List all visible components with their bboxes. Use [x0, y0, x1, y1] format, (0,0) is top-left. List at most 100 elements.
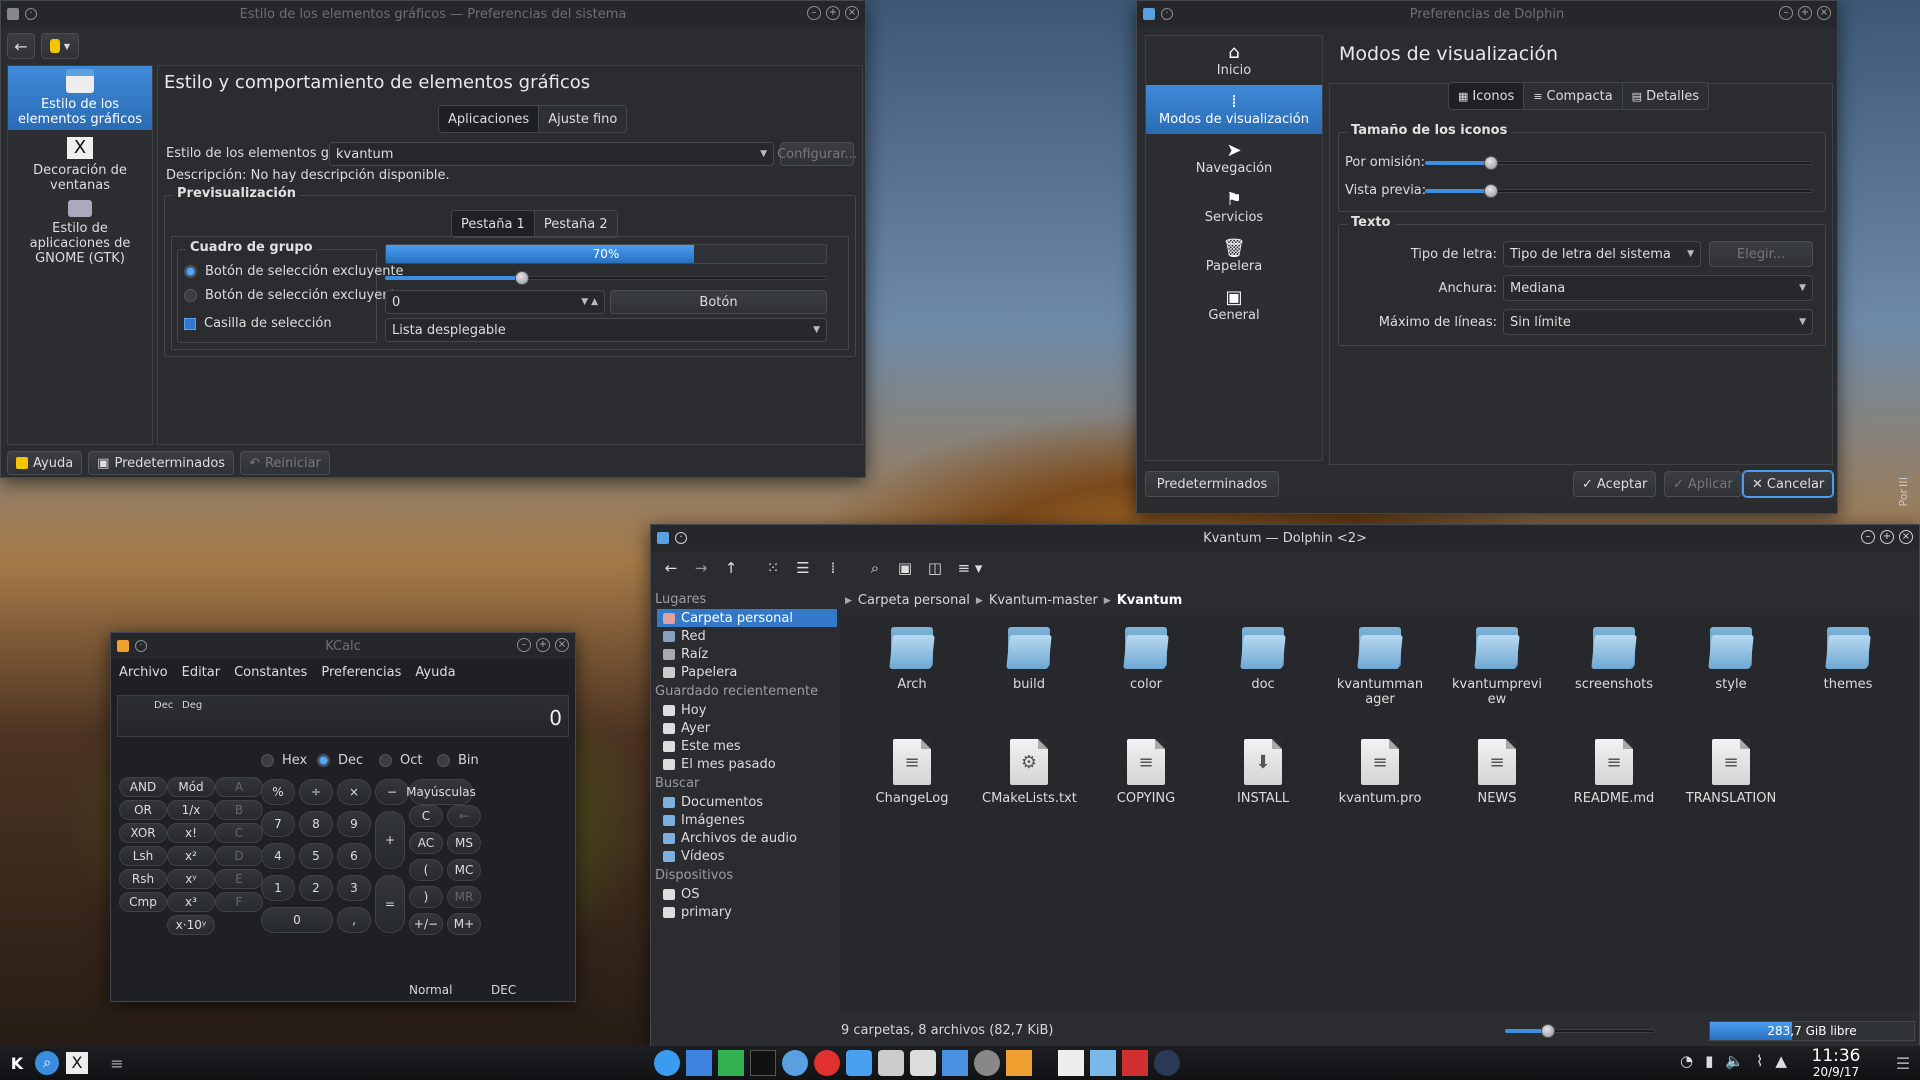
nav-item-3[interactable]: ➤ Navegación — [1146, 134, 1322, 183]
calc-key-digit-3[interactable]: 3 — [337, 875, 371, 901]
maximize-button[interactable]: + — [536, 638, 550, 652]
reset-button[interactable]: ↶ Reiniciar — [240, 451, 330, 475]
breadcrumb-item[interactable]: Kvantum-master — [989, 593, 1098, 608]
calc-key-op-3[interactable]: × — [337, 779, 371, 805]
opera-icon[interactable] — [814, 1050, 840, 1076]
file-share-icon[interactable] — [910, 1050, 936, 1076]
notes-icon[interactable] — [942, 1050, 968, 1076]
calc-key-mem2-4[interactable]: MR — [447, 886, 481, 908]
folder-item[interactable]: themes — [1801, 625, 1895, 692]
nav-item-4[interactable]: ⚑ Servicios — [1146, 183, 1322, 232]
web-browser-icon[interactable] — [654, 1050, 680, 1076]
file-item[interactable]: ⬇ INSTALL — [1216, 739, 1310, 806]
tray-expand-icon[interactable]: ▲ — [1775, 1052, 1787, 1070]
sidebar-item-gtk-style[interactable]: Estilo de aplicaciones de GNOME (GTK) — [8, 200, 152, 266]
preview-slider-handle[interactable] — [515, 271, 529, 285]
accept-button[interactable]: ✓ Aceptar — [1573, 471, 1657, 497]
calc-key-func-1[interactable]: Mód — [167, 777, 215, 797]
trash-task-icon[interactable] — [1122, 1050, 1148, 1076]
menu-icon[interactable]: ≡ ▾ — [951, 555, 989, 581]
radio-button-2[interactable]: Botón de selección excluyente — [184, 288, 404, 303]
zoom-slider-handle[interactable] — [1541, 1024, 1555, 1038]
place-item[interactable]: Carpeta personal — [657, 609, 837, 627]
close-button[interactable]: × — [1899, 530, 1913, 544]
tab-applications[interactable]: Aplicaciones — [439, 106, 540, 132]
calc-key-rsh[interactable]: Rsh — [119, 869, 167, 889]
calc-key-digit-9[interactable]: 9 — [337, 811, 371, 837]
calc-key-op-4[interactable]: − — [375, 779, 409, 805]
maximize-button[interactable]: + — [826, 6, 840, 20]
width-combo[interactable]: Mediana ▼ — [1503, 275, 1813, 301]
file-item[interactable]: ≡ ChangeLog — [865, 739, 959, 806]
calc-key-digit-6[interactable]: 6 — [337, 843, 371, 869]
calc-key-func-3[interactable]: x! — [167, 823, 215, 843]
kvantum-icon[interactable] — [878, 1050, 904, 1076]
folder-item[interactable]: kvantummanager — [1333, 625, 1427, 707]
search-item[interactable]: Archivos de audio — [657, 829, 837, 847]
nav-item-6[interactable]: ▣ General — [1146, 281, 1322, 330]
spin-box[interactable]: 0 ▼ ▲ — [385, 290, 605, 314]
defaults-button[interactable]: Predeterminados — [1145, 471, 1279, 497]
calc-key-digit-1[interactable]: 1 — [261, 875, 295, 901]
choose-font-button[interactable]: Elegir... — [1709, 241, 1813, 267]
recent-item[interactable]: Hoy — [657, 701, 837, 719]
calc-key-hex-f[interactable]: F — [215, 892, 263, 912]
search-item[interactable]: Vídeos — [657, 847, 837, 865]
nav-item-1[interactable]: ⌂ Inicio — [1146, 36, 1322, 85]
defaults-button[interactable]: ▣ Predeterminados — [88, 451, 235, 475]
folder-item[interactable]: style — [1684, 625, 1778, 692]
calc-key-mem-4[interactable]: ) — [409, 886, 443, 908]
x-app-icon[interactable]: X — [62, 1050, 92, 1076]
cancel-button[interactable]: ✕ Cancelar — [1743, 471, 1834, 497]
up-icon[interactable]: ↑ — [717, 555, 745, 581]
calc-key-hex-a[interactable]: A — [215, 777, 263, 797]
file-item[interactable]: ≡ README.md — [1567, 739, 1661, 806]
maximize-button[interactable]: + — [1798, 6, 1812, 20]
calc-key-op-2[interactable]: ÷ — [299, 779, 333, 805]
calc-key-and[interactable]: AND — [119, 777, 167, 797]
folder-item[interactable]: doc — [1216, 625, 1310, 692]
folder-item[interactable]: screenshots — [1567, 625, 1661, 692]
file-item[interactable]: ≡ COPYING — [1099, 739, 1193, 806]
menu-settings[interactable]: Preferencias — [321, 665, 401, 680]
icons-view-icon[interactable]: ⁙ — [759, 555, 787, 581]
calc-key-plus[interactable]: + — [375, 811, 405, 869]
tab-icons[interactable]: ▦ Iconos — [1449, 83, 1525, 109]
calc-key-mem-5[interactable]: +/− — [409, 913, 443, 935]
place-item[interactable]: Papelera — [657, 663, 837, 681]
menu-icon[interactable]: ☰ — [1886, 476, 1920, 489]
recent-item[interactable]: El mes pasado — [657, 755, 837, 773]
calc-key-mem2-1[interactable]: ← — [447, 805, 481, 827]
minimize-button[interactable]: – — [1861, 530, 1875, 544]
place-item[interactable]: Raíz — [657, 645, 837, 663]
nav-item-2[interactable]: ⁞ Modos de visualización — [1146, 85, 1322, 134]
network-icon[interactable] — [782, 1050, 808, 1076]
calc-key-hex-d[interactable]: D — [215, 846, 263, 866]
calc-key-mem-3[interactable]: ( — [409, 859, 443, 881]
search-item[interactable]: Documentos — [657, 793, 837, 811]
folder-item[interactable]: color — [1099, 625, 1193, 692]
close-button[interactable]: × — [845, 6, 859, 20]
preview-button[interactable]: Botón — [610, 290, 827, 314]
default-size-handle[interactable] — [1484, 156, 1498, 170]
place-item[interactable]: Red — [657, 627, 837, 645]
task-manager-icon[interactable]: ≡ — [102, 1050, 132, 1076]
calc-key-digit-8[interactable]: 8 — [299, 811, 333, 837]
recent-item[interactable]: Este mes — [657, 737, 837, 755]
dolphin-task-icon[interactable] — [1090, 1050, 1116, 1076]
settings-app-icon[interactable] — [974, 1050, 1000, 1076]
calc-key-hex-b[interactable]: B — [215, 800, 263, 820]
base-radio-oct[interactable]: Oct — [379, 753, 422, 768]
calc-key-or[interactable]: OR — [119, 800, 167, 820]
close-button[interactable]: × — [555, 638, 569, 652]
breadcrumb-item[interactable]: Kvantum — [1117, 593, 1183, 608]
tab-preview-2[interactable]: Pestaña 2 — [535, 211, 617, 237]
calc-key-digit-2[interactable]: 2 — [299, 875, 333, 901]
calc-key-decimal[interactable]: , — [337, 907, 371, 933]
document-viewer-icon[interactable] — [686, 1050, 712, 1076]
search-icon[interactable]: ⌕ — [861, 555, 889, 581]
calc-key-mem-2[interactable]: AC — [409, 832, 443, 854]
back-button[interactable]: ← — [7, 33, 35, 59]
device-icon[interactable]: ▮ — [1705, 1052, 1713, 1070]
file-item[interactable]: ≡ NEWS — [1450, 739, 1544, 806]
